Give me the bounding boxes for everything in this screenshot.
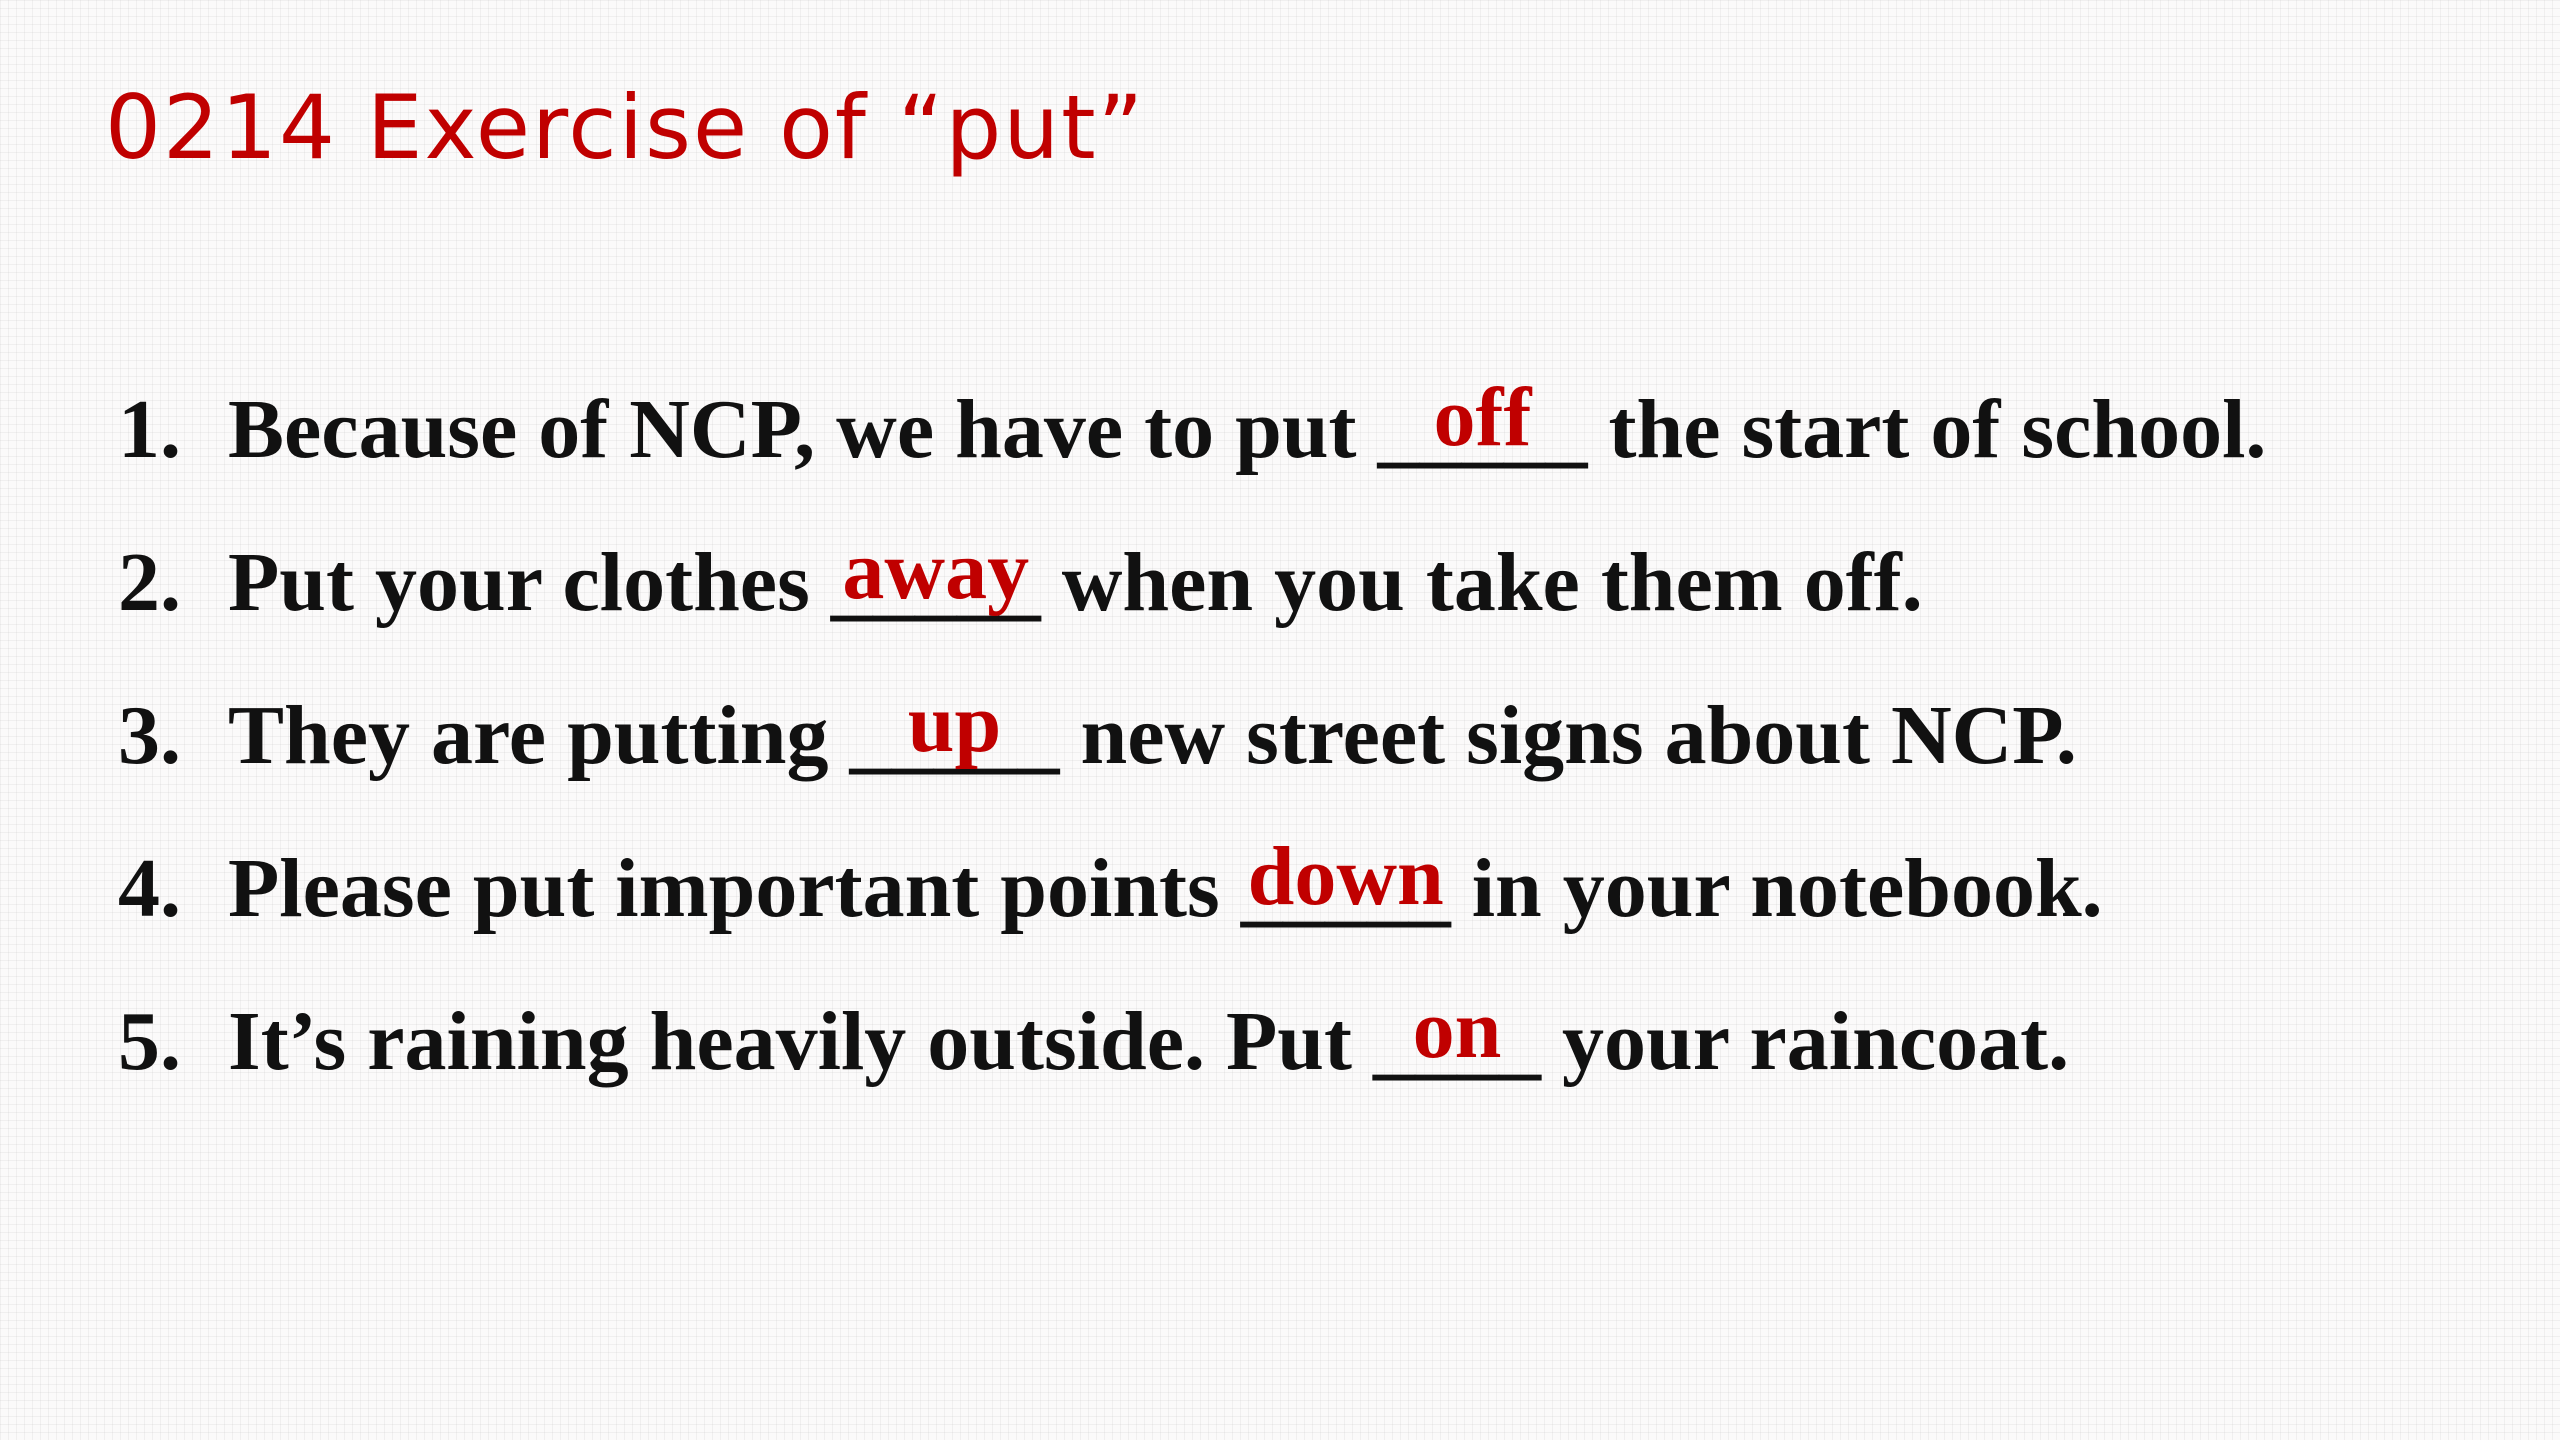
answer-text: down <box>1247 830 1444 923</box>
sentence-before: They are putting <box>228 689 850 782</box>
sentence-before: Put your clothes <box>228 536 831 629</box>
exercise-item-4: 4. Please put important points _____ down … <box>118 830 2518 992</box>
answer-text: away <box>842 524 1030 617</box>
sentence-after: new street signs about NCP. <box>1059 689 2077 782</box>
slide: 0214 Exercise of “put” 1. Because of NCP,… <box>0 0 2560 1440</box>
answer-text: on <box>1412 983 1502 1076</box>
answer-blank: _____ down <box>1241 830 1451 939</box>
sentence-before: It’s raining heavily outside. Put <box>228 995 1373 1088</box>
item-number: 1. <box>118 383 181 476</box>
item-number: 4. <box>118 842 181 935</box>
answer-blank: _____ away <box>831 524 1041 633</box>
exercise-item-2: 2. Put your clothes _____ away when you ta… <box>118 524 2518 686</box>
exercise-item-5: 5. It’s raining heavily outside. Put ____… <box>118 983 2518 1145</box>
answer-blank: ____ on <box>1373 983 1541 1092</box>
exercise-item-1: 1. Because of NCP, we have to put _____ of… <box>118 371 2518 533</box>
sentence-after: your raincoat. <box>1541 995 2070 1088</box>
answer-blank: _____ off <box>1378 371 1588 480</box>
slide-title: 0214 Exercise of “put” <box>105 76 1146 179</box>
sentence-before: Please put important points <box>228 842 1241 935</box>
exercise-list: 1. Because of NCP, we have to put _____ of… <box>118 371 2518 1145</box>
item-number: 5. <box>118 995 181 1088</box>
item-number: 3. <box>118 689 181 782</box>
answer-text: up <box>907 677 1002 770</box>
answer-text: off <box>1433 371 1532 464</box>
sentence-after: in your notebook. <box>1450 842 2103 935</box>
item-number: 2. <box>118 536 181 629</box>
answer-blank: _____ up <box>850 677 1060 786</box>
sentence-after: the start of school. <box>1587 383 2267 476</box>
sentence-before: Because of NCP, we have to put <box>228 383 1378 476</box>
sentence-after: when you take them off. <box>1040 536 1923 629</box>
exercise-item-3: 3. They are putting _____ up new street si… <box>118 677 2518 839</box>
